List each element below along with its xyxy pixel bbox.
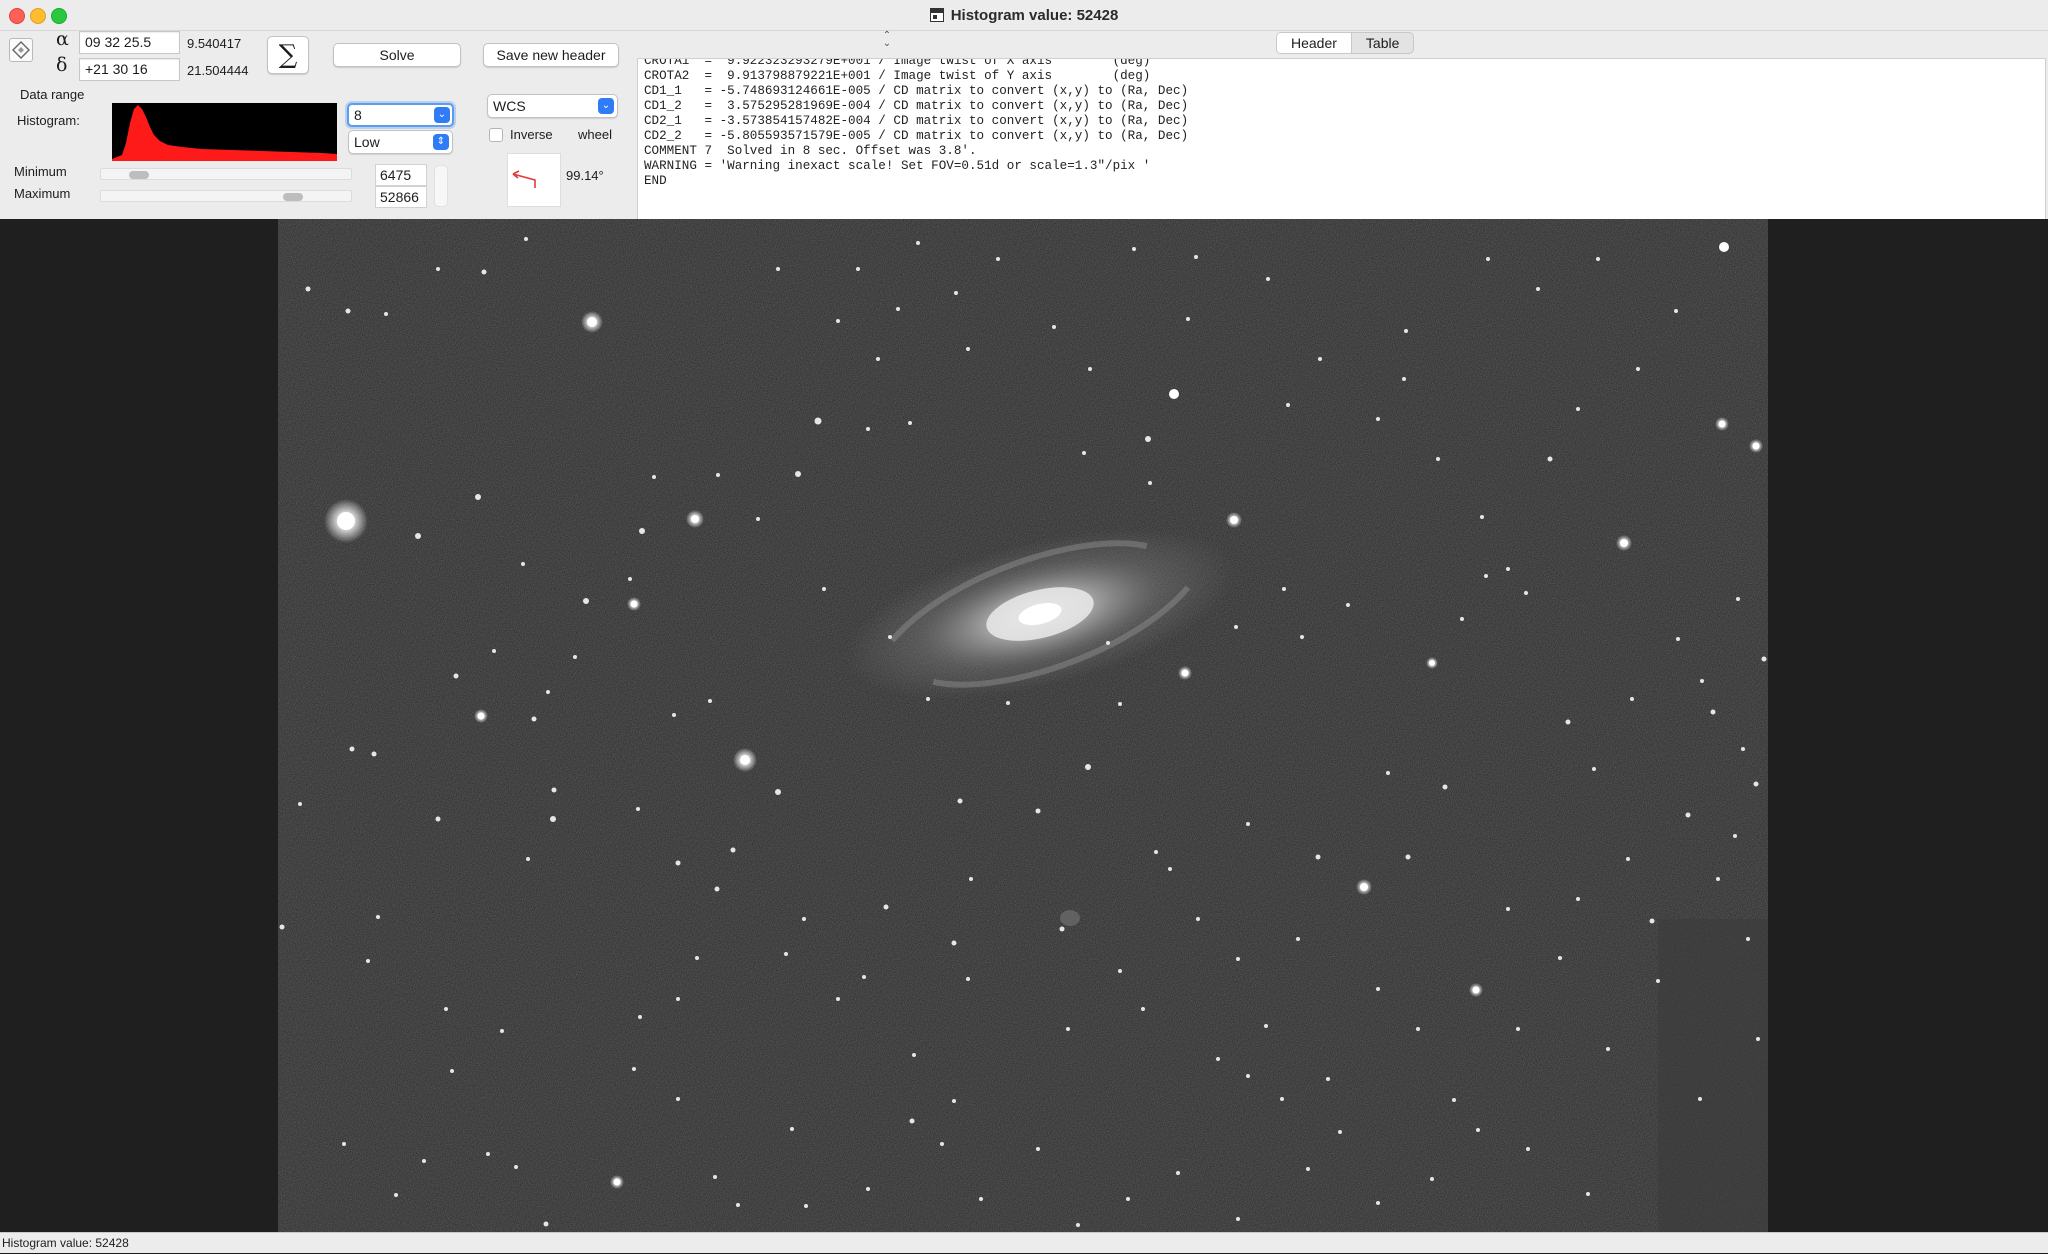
projection-value: WCS — [493, 98, 526, 114]
minimum-label: Minimum — [14, 164, 67, 179]
target-icon[interactable] — [9, 38, 33, 62]
save-new-header-button[interactable]: Save new header — [483, 43, 619, 67]
small-galaxy — [1060, 910, 1080, 926]
title-bar: Histogram value: 52428 — [0, 0, 2048, 31]
ra-decimal: 9.540417 — [187, 36, 242, 51]
sum-button[interactable]: ∑ — [267, 36, 309, 74]
status-bar: Histogram value: 52428 — [0, 1232, 2048, 1253]
chevron-down-icon: ⌄ — [598, 98, 614, 114]
tab-table[interactable]: Table — [1352, 33, 1413, 53]
bit-depth-value: 8 — [354, 107, 362, 123]
maximum-slider[interactable] — [100, 190, 352, 202]
inverse-label: Inverse — [510, 127, 553, 142]
range-stepper[interactable] — [434, 165, 448, 207]
projection-select[interactable]: WCS ⌄ — [487, 94, 618, 118]
minimum-slider-thumb[interactable] — [128, 171, 149, 179]
updown-chevron-icon: ⇕ — [433, 134, 449, 150]
alpha-symbol: α — [56, 28, 69, 50]
dec-decimal: 21.504444 — [187, 63, 249, 78]
inverse-checkbox[interactable] — [489, 128, 503, 142]
window-title-group: Histogram value: 52428 — [0, 0, 2048, 30]
maximum-label: Maximum — [14, 186, 71, 201]
data-range-label: Data range — [20, 87, 85, 102]
splitter-arrows-icon[interactable]: ⌃ ⌄ — [881, 31, 893, 49]
fits-header-lines: CROTA1 = 9.922323293279E+001 / Image twi… — [644, 58, 1189, 188]
window-title: Histogram value: 52428 — [950, 6, 1119, 24]
document-icon — [929, 8, 944, 22]
maximum-slider-thumb[interactable] — [282, 193, 303, 201]
solve-button[interactable]: Solve — [333, 43, 461, 67]
histogram-label: Histogram: — [17, 113, 80, 128]
histogram-curve — [112, 105, 337, 161]
level-select[interactable]: Low ⇕ — [348, 130, 453, 154]
maximum-value-field[interactable]: 52866 — [375, 186, 427, 208]
histogram-chart — [112, 105, 337, 161]
level-value: Low — [354, 134, 380, 150]
image-viewer[interactable] — [0, 219, 2048, 1232]
rotation-angle: 99.14° — [566, 168, 604, 183]
ra-input[interactable]: 09 32 25.5 — [79, 31, 180, 54]
toolbar: α δ 09 32 25.5 +21 30 16 9.540417 21.504… — [0, 28, 2048, 236]
chevron-down-icon: ⌄ — [434, 107, 450, 123]
bit-depth-select[interactable]: 8 ⌄ — [347, 103, 454, 127]
header-table-tabs: Header Table — [1276, 32, 1415, 54]
wheel-label: wheel — [578, 127, 612, 142]
orientation-compass — [507, 153, 561, 207]
compass-arrow-icon — [512, 170, 536, 188]
star-field — [278, 219, 1768, 1232]
minimum-slider[interactable] — [100, 168, 352, 180]
minimum-value-field[interactable]: 6475 — [375, 164, 427, 186]
fits-header-text[interactable]: CROTA1 = 9.922323293279E+001 / Image twi… — [637, 58, 2046, 236]
tab-header[interactable]: Header — [1277, 33, 1352, 53]
dec-input[interactable]: +21 30 16 — [79, 58, 180, 81]
astronomical-image[interactable] — [278, 219, 1768, 1232]
delta-symbol: δ — [56, 54, 68, 76]
histogram-plot — [112, 103, 337, 161]
